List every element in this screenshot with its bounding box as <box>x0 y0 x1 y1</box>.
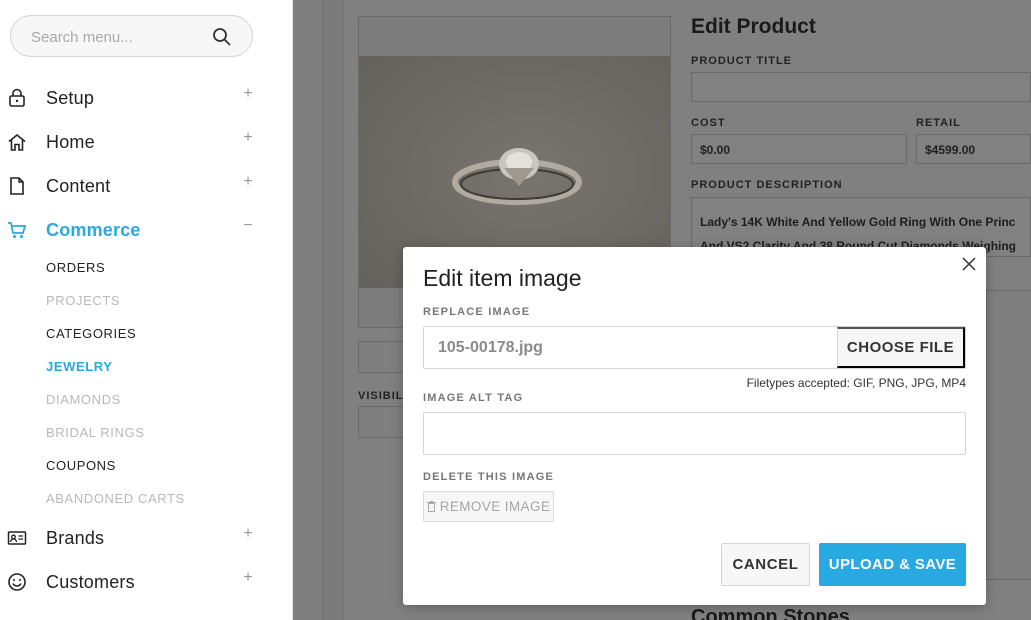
retail-label: RETAIL <box>916 117 961 129</box>
search-icon[interactable] <box>212 27 232 47</box>
close-icon[interactable] <box>962 257 976 271</box>
subnav-categories[interactable]: CATEGORIES <box>46 326 136 341</box>
subnav-abandoned-carts[interactable]: ABANDONED CARTS <box>46 491 185 506</box>
trash-icon <box>426 501 436 512</box>
description-label: PRODUCT DESCRIPTION <box>691 179 843 191</box>
nav-item-commerce[interactable]: Commerce − <box>0 213 292 247</box>
subnav-jewelry[interactable]: JEWELRY <box>46 359 113 374</box>
nav-label-commerce: Commerce <box>46 220 141 240</box>
subnav-projects[interactable]: PROJECTS <box>46 293 120 308</box>
cancel-button[interactable]: CANCEL <box>721 543 810 586</box>
expand-icon[interactable]: + <box>241 85 255 103</box>
choose-file-button[interactable]: CHOOSE FILE <box>837 327 965 368</box>
file-picker[interactable]: 105-00178.jpg CHOOSE FILE <box>423 326 966 369</box>
nav-label-setup: Setup <box>46 88 95 108</box>
expand-icon[interactable]: + <box>241 569 255 587</box>
retail-input[interactable]: $4599.00 <box>916 134 1031 164</box>
subnav-orders[interactable]: ORDERS <box>46 260 105 275</box>
id-card-icon <box>7 531 27 545</box>
filetypes-hint: Filetypes accepted: GIF, PNG, JPG, MP4 <box>746 376 966 390</box>
search-box[interactable] <box>10 15 253 57</box>
remove-image-button[interactable]: REMOVE IMAGE <box>423 491 554 522</box>
side-fields <box>986 290 1031 580</box>
nav-label-content: Content <box>46 176 111 196</box>
file-name: 105-00178.jpg <box>438 339 543 356</box>
subnav-coupons[interactable]: COUPONS <box>46 458 116 473</box>
search-input[interactable] <box>31 26 211 48</box>
lock-icon <box>9 88 25 107</box>
cost-input[interactable]: $0.00 <box>691 134 907 164</box>
expand-icon[interactable]: + <box>241 173 255 191</box>
nav-item-content[interactable]: Content + <box>0 169 292 203</box>
nav-label-home: Home <box>46 132 95 152</box>
home-icon <box>8 133 26 151</box>
delete-image-label: DELETE THIS IMAGE <box>423 471 555 483</box>
nav-item-customers[interactable]: Customers + <box>0 565 292 599</box>
sidebar: Setup + Home + Content + Commerce − ORDE… <box>0 0 293 620</box>
nav-item-brands[interactable]: Brands + <box>0 521 292 555</box>
product-title-input[interactable] <box>691 72 1031 102</box>
subnav-diamonds[interactable]: DIAMONDS <box>46 392 121 407</box>
remove-image-label: REMOVE IMAGE <box>439 499 551 514</box>
cost-label: COST <box>691 117 726 129</box>
visibility-label: VISIBIL <box>358 390 404 402</box>
smiley-icon <box>8 573 26 591</box>
page-title: Edit Product <box>691 15 816 38</box>
nav-label-brands: Brands <box>46 528 105 548</box>
document-icon <box>10 177 24 195</box>
nav-item-home[interactable]: Home + <box>0 125 292 159</box>
image-caption-field[interactable] <box>358 341 408 373</box>
visibility-select[interactable] <box>358 406 408 438</box>
product-title-label: PRODUCT TITLE <box>691 55 792 67</box>
expand-icon[interactable]: + <box>241 525 255 543</box>
nav-label-customers: Customers <box>46 572 135 592</box>
collapse-icon[interactable]: − <box>241 217 255 235</box>
subnav-bridal-rings[interactable]: BRIDAL RINGS <box>46 425 144 440</box>
alt-tag-input[interactable] <box>423 412 966 455</box>
modal-title: Edit item image <box>423 265 582 291</box>
nav-item-setup[interactable]: Setup + <box>0 81 292 115</box>
cart-icon <box>8 222 27 238</box>
upload-save-button[interactable]: UPLOAD & SAVE <box>819 543 966 586</box>
alt-tag-label: IMAGE ALT TAG <box>423 392 524 404</box>
description-line: Lady's 14K White And Yellow Gold Ring Wi… <box>700 215 1016 229</box>
edit-image-modal: Edit item image REPLACE IMAGE 105-00178.… <box>403 247 986 605</box>
section-title: Common Stones <box>691 606 850 620</box>
expand-icon[interactable]: + <box>241 129 255 147</box>
replace-image-label: REPLACE IMAGE <box>423 306 531 318</box>
